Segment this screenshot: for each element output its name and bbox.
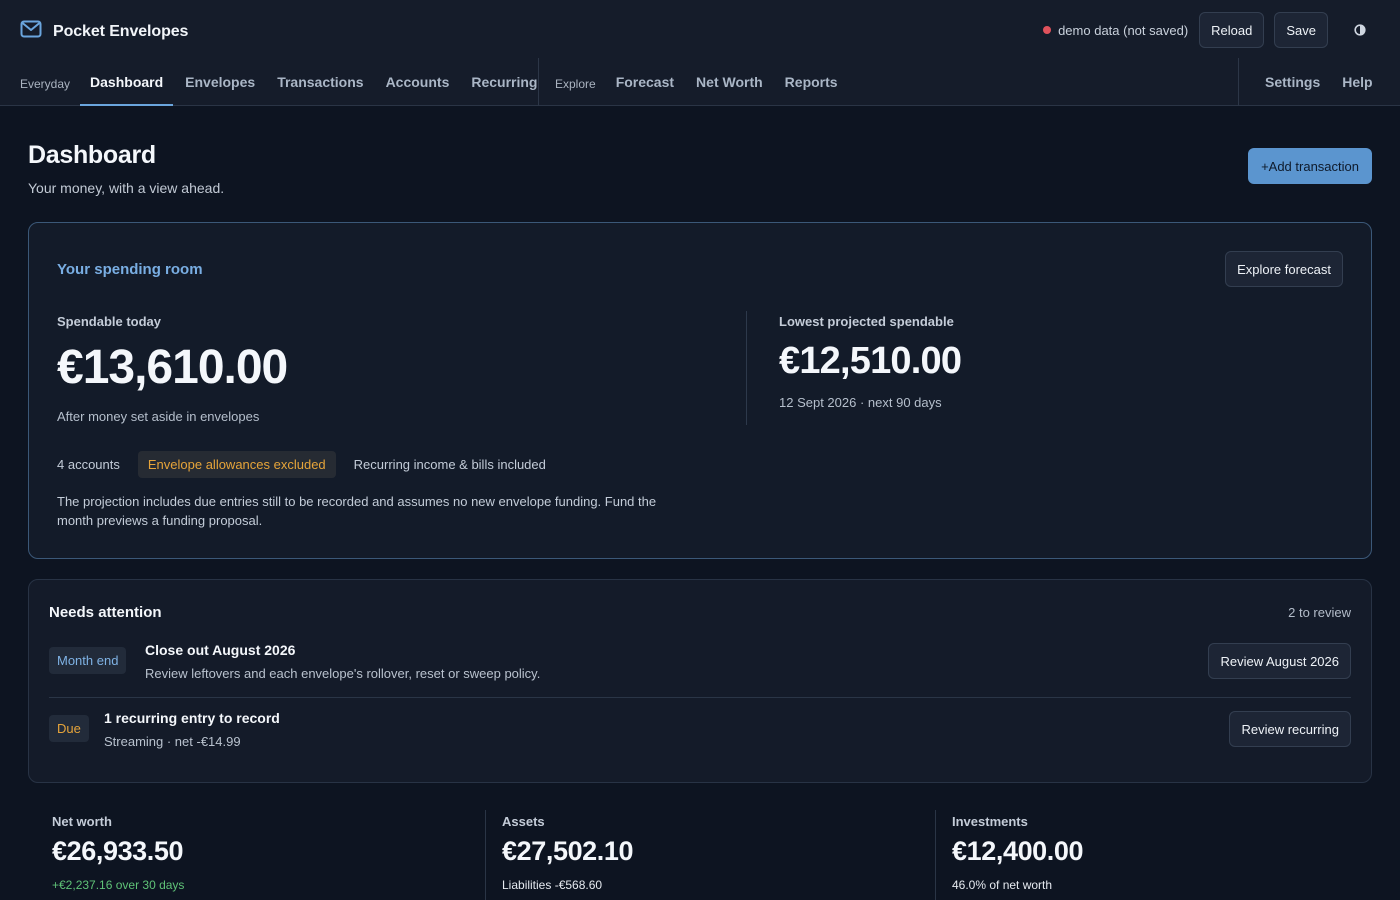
stat-liabilities: Liabilities -€568.60: [502, 878, 603, 892]
review-month-button[interactable]: Review August 2026: [1208, 643, 1351, 679]
status-dot: [1043, 26, 1052, 34]
top-bar: Pocket Envelopes demo data (not saved) R…: [0, 0, 1400, 106]
save-button[interactable]: Save: [1274, 12, 1328, 48]
spending-room-card: Your spending room Explore forecast Spen…: [28, 222, 1372, 559]
attention-item-description: Review leftovers and each envelope's rol…: [145, 666, 541, 681]
lowest-projected-label: Lowest projected spendable: [779, 314, 954, 329]
spendable-today-amount: €13,610.00: [57, 341, 288, 394]
nav-settings[interactable]: Settings: [1265, 58, 1320, 106]
spending-divider: [746, 311, 747, 425]
review-recurring-button[interactable]: Review recurring: [1229, 711, 1351, 747]
stat-label: Assets: [502, 814, 545, 829]
nav-recurring[interactable]: Recurring: [471, 58, 537, 106]
accounts-chip: 4 accounts: [57, 457, 120, 472]
review-count: 2 to review: [1288, 605, 1351, 620]
nav-reports[interactable]: Reports: [785, 58, 838, 106]
nav-dashboard[interactable]: Dashboard: [80, 58, 174, 106]
net-worth-stat: Net worth €26,933.50 +€2,237.16 over 30 …: [52, 810, 482, 900]
reload-button[interactable]: Reload: [1199, 12, 1265, 48]
add-transaction-button[interactable]: +Add transaction: [1248, 148, 1372, 184]
assets-stat: Assets €27,502.10 Liabilities -€568.60: [502, 810, 932, 900]
nav-divider: [1238, 58, 1239, 106]
spendable-today-note: After money set aside in envelopes: [57, 409, 260, 424]
nav-help[interactable]: Help: [1342, 58, 1372, 106]
stat-label: Net worth: [52, 814, 112, 829]
nav-group-everyday: Everyday Dashboard Envelopes Transaction…: [20, 58, 559, 106]
stat-value: €12,400.00: [952, 836, 1084, 866]
attention-item-description: Streaming · net -€14.99: [104, 734, 241, 749]
data-status: demo data (not saved): [1043, 23, 1188, 38]
due-badge: Due: [49, 715, 89, 742]
theme-toggle[interactable]: [1342, 12, 1378, 48]
allowances-chip: Envelope allowances excluded: [137, 451, 336, 478]
nav-divider: [538, 58, 539, 106]
brand[interactable]: Pocket Envelopes: [20, 18, 188, 45]
nav-caption-everyday: Everyday: [20, 76, 71, 91]
nav-group-utility: Settings Help: [1265, 58, 1373, 106]
contrast-icon: [1354, 24, 1366, 36]
top-actions: demo data (not saved) Reload Save: [1043, 12, 1378, 48]
nav-envelopes[interactable]: Envelopes: [185, 58, 255, 106]
projection-chips: 4 accounts Envelope allowances excluded …: [57, 451, 564, 478]
nav-group-explore: Explore Forecast Net Worth Reports: [555, 58, 860, 106]
stat-share: 46.0% of net worth: [952, 878, 1053, 892]
page-subtitle: Your money, with a view ahead.: [28, 180, 225, 196]
recurring-chip: Recurring income & bills included: [353, 457, 546, 472]
main-nav: Everyday Dashboard Envelopes Transaction…: [0, 58, 1400, 106]
stat-value: €26,933.50: [52, 836, 184, 866]
stat-value: €27,502.10: [502, 836, 634, 866]
nav-transactions[interactable]: Transactions: [277, 58, 363, 106]
stat-change: +€2,237.16 over 30 days: [52, 878, 185, 892]
attention-item-heading: 1 recurring entry to record: [104, 710, 280, 726]
app-name: Pocket Envelopes: [53, 22, 189, 40]
spendable-today-label: Spendable today: [57, 314, 162, 329]
investments-stat: Investments €12,400.00 46.0% of net wort…: [952, 810, 1382, 900]
attention-item: Due 1 recurring entry to record Streamin…: [49, 698, 1351, 766]
needs-attention-title: Needs attention: [49, 604, 162, 621]
lowest-projected-note: 12 Sept 2026 · next 90 days: [779, 395, 942, 410]
stat-divider: [935, 810, 936, 900]
lowest-projected-amount: €12,510.00: [779, 340, 962, 382]
attention-item: Month end Close out August 2026 Review l…: [49, 630, 1351, 698]
page-title: Dashboard: [28, 141, 156, 169]
nav-accounts[interactable]: Accounts: [386, 58, 450, 106]
needs-attention-card: Needs attention 2 to review Month end Cl…: [28, 579, 1372, 783]
nav-forecast[interactable]: Forecast: [616, 58, 674, 106]
nav-caption-explore: Explore: [555, 76, 596, 91]
nav-net-worth[interactable]: Net Worth: [696, 58, 763, 106]
attention-item-heading: Close out August 2026: [145, 642, 296, 658]
month-end-badge: Month end: [49, 647, 127, 674]
status-text: demo data (not saved): [1058, 22, 1189, 38]
projection-note: The projection includes due entries stil…: [57, 494, 657, 528]
envelope-icon: [20, 18, 42, 45]
stat-divider: [485, 810, 486, 900]
stat-label: Investments: [952, 814, 1028, 829]
explore-forecast-button[interactable]: Explore forecast: [1225, 251, 1343, 287]
spending-room-title: Your spending room: [57, 261, 203, 278]
